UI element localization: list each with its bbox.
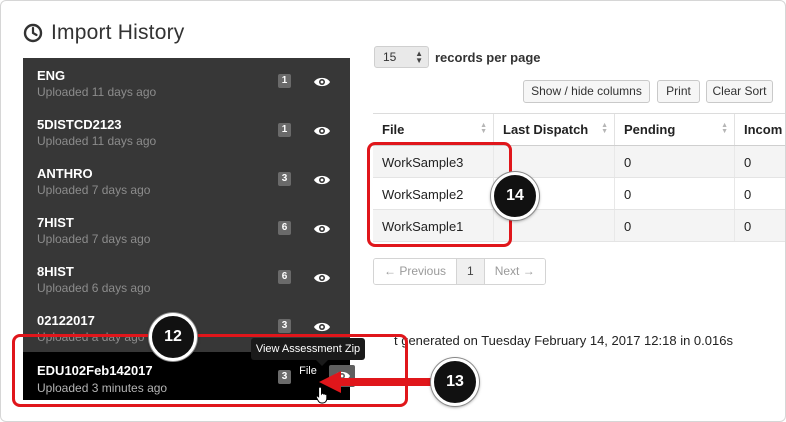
records-per-page: 15 ▲ ▼ records per page [374, 46, 541, 68]
count-badge: 1 [278, 74, 291, 88]
cell-pending: 0 [615, 210, 735, 241]
callout-13: 13 [431, 358, 479, 406]
app-window: Import History ENG Uploaded 11 days ago … [0, 0, 786, 422]
records-per-page-label: records per page [435, 49, 541, 65]
eye-icon[interactable] [313, 173, 331, 187]
import-uploaded: Uploaded 11 days ago [37, 85, 157, 99]
cell-pending: 0 [615, 178, 735, 209]
import-item[interactable]: ANTHRO Uploaded 7 days ago 3 [23, 156, 350, 206]
eye-icon[interactable] [313, 271, 331, 285]
import-name: ENG [37, 68, 66, 83]
show-hide-columns-button[interactable]: Show / hide columns [523, 80, 650, 103]
import-name: 5DISTCD2123 [37, 117, 122, 132]
column-header-incomplete[interactable]: Incom [735, 114, 785, 145]
import-item[interactable]: 8HIST Uploaded 6 days ago 6 [23, 254, 350, 304]
import-uploaded: Uploaded 11 days ago [37, 134, 157, 148]
clock-icon [23, 23, 43, 43]
eye-icon[interactable] [313, 75, 331, 89]
import-item[interactable]: 7HIST Uploaded 7 days ago 6 [23, 205, 350, 255]
column-header-file[interactable]: File ▲ ▼ [373, 114, 494, 145]
import-uploaded: Uploaded 7 days ago [37, 232, 151, 246]
column-header-last-dispatch[interactable]: Last Dispatch ▲ ▼ [494, 114, 615, 145]
red-arrow-icon [319, 371, 437, 393]
callout-14: 14 [491, 172, 539, 220]
eye-icon[interactable] [313, 320, 331, 334]
import-uploaded: Uploaded 7 days ago [37, 183, 151, 197]
cell-incomplete: 0 [744, 155, 752, 170]
eye-icon[interactable] [313, 222, 331, 236]
page-title-text: Import History [51, 21, 185, 44]
cell-pending: 0 [615, 146, 735, 177]
import-item[interactable]: ENG Uploaded 11 days ago 1 [23, 58, 350, 108]
records-per-page-value: 15 [383, 50, 397, 64]
page-title: Import History [23, 21, 185, 45]
pagination: ← Previous 1 Next → [373, 258, 546, 285]
sort-icon: ▲ ▼ [721, 122, 728, 135]
count-badge: 1 [278, 123, 291, 137]
select-arrows-icon: ▲ ▼ [415, 49, 423, 65]
sort-icon: ▲ ▼ [601, 122, 608, 135]
count-badge: 6 [278, 270, 291, 284]
report-generated-text: t generated on Tuesday February 14, 2017… [394, 333, 733, 348]
count-badge: 6 [278, 221, 291, 235]
import-item[interactable]: 5DISTCD2123 Uploaded 11 days ago 1 [23, 107, 350, 157]
import-name: 02122017 [37, 313, 95, 328]
callout-12: 12 [149, 313, 197, 361]
print-button[interactable]: Print [657, 80, 700, 103]
previous-page-button[interactable]: ← Previous [374, 259, 458, 284]
count-badge: 3 [278, 319, 291, 333]
clear-sort-button[interactable]: Clear Sort [706, 80, 773, 103]
count-badge: 3 [278, 172, 291, 186]
import-name: ANTHRO [37, 166, 93, 181]
cell-incomplete: 0 [744, 219, 752, 234]
sort-icon: ▲ ▼ [480, 122, 487, 135]
import-name: 7HIST [37, 215, 74, 230]
next-page-button[interactable]: Next → [484, 259, 545, 284]
page-1-button[interactable]: 1 [457, 259, 485, 284]
cell-incomplete: 0 [744, 187, 752, 202]
column-header-pending[interactable]: Pending ▲ ▼ [615, 114, 735, 145]
import-uploaded: Uploaded 6 days ago [37, 281, 151, 295]
records-per-page-select[interactable]: 15 ▲ ▼ [374, 46, 429, 68]
import-name: 8HIST [37, 264, 74, 279]
eye-icon[interactable] [313, 124, 331, 138]
